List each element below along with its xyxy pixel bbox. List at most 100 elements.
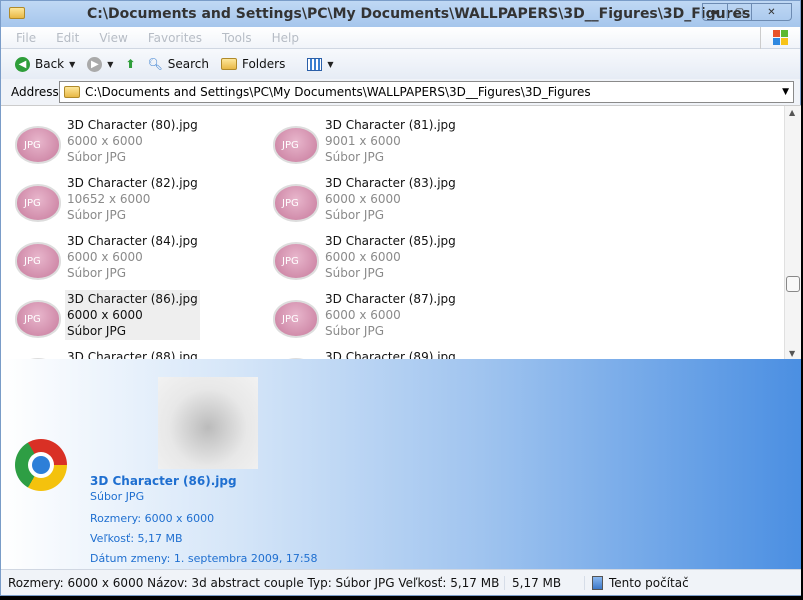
file-type: Súbor JPG	[67, 324, 127, 338]
file-item[interactable]: JPG 3D Character (88).jpg	[3, 348, 253, 359]
search-icon: 🔍︎	[147, 57, 163, 71]
chevron-down-icon: ▼	[327, 59, 334, 69]
address-dropdown-icon[interactable]: ▼	[782, 87, 789, 97]
file-dimensions: 6000 x 6000	[67, 134, 143, 148]
folders-label: Folders	[241, 57, 286, 71]
file-name: 3D Character (89).jpg	[325, 350, 456, 359]
chevron-down-icon[interactable]: ▼	[107, 60, 113, 69]
file-item[interactable]: JPG 3D Character (89).jpg	[261, 348, 511, 359]
menu-view[interactable]: View	[99, 31, 127, 45]
folders-button[interactable]: Folders	[220, 57, 286, 71]
file-item[interactable]: JPG 3D Character (83).jpg 6000 x 6000 Sú…	[261, 174, 511, 228]
address-label: Address	[11, 85, 59, 99]
windows-logo-icon	[760, 27, 800, 49]
file-dimensions: 9001 x 6000	[325, 134, 401, 148]
vertical-scrollbar[interactable]: ▲ ▼	[784, 106, 801, 359]
back-label: Back	[35, 57, 65, 71]
file-type: Súbor JPG	[325, 150, 385, 164]
back-arrow-icon: ◀	[15, 56, 30, 72]
up-folder-button[interactable]: ⬆	[125, 57, 135, 71]
address-value: C:\Documents and Settings\PC\My Document…	[85, 85, 591, 99]
file-dimensions: 6000 x 6000	[325, 308, 401, 322]
file-name: 3D Character (87).jpg	[325, 292, 456, 306]
details-pane: 3D Character (86).jpg Súbor JPG Rozmery:…	[1, 359, 801, 569]
menu-tools[interactable]: Tools	[222, 31, 252, 45]
file-item[interactable]: JPG 3D Character (87).jpg 6000 x 6000 Sú…	[261, 290, 511, 344]
back-button[interactable]: ◀ Back ▼	[15, 56, 75, 72]
file-name: 3D Character (81).jpg	[325, 118, 456, 132]
forward-button[interactable]: ▶ ▼	[87, 56, 113, 72]
toolbar: ◀ Back ▼ ▶ ▼ ⬆ 🔍︎ Search Folders ▼	[1, 49, 800, 79]
scrollbar-thumb[interactable]	[786, 276, 800, 292]
image-thumbnail	[158, 377, 258, 469]
jpg-file-icon: JPG	[273, 300, 319, 338]
jpg-file-icon: JPG	[15, 242, 61, 280]
address-input[interactable]: C:\Documents and Settings\PC\My Document…	[59, 81, 794, 103]
address-bar: Address C:\Documents and Settings\PC\My …	[1, 79, 800, 105]
file-type: Súbor JPG	[325, 324, 385, 338]
file-name: 3D Character (80).jpg	[67, 118, 198, 132]
preview-size: Veľkosť: 5,17 MB	[90, 532, 183, 545]
chevron-down-icon[interactable]: ▼	[69, 60, 75, 69]
file-type: Súbor JPG	[325, 208, 385, 222]
preview-dimensions: Rozmery: 6000 x 6000	[90, 512, 215, 525]
file-item[interactable]: JPG 3D Character (86).jpg 6000 x 6000 Sú…	[3, 290, 253, 344]
computer-icon	[592, 575, 603, 590]
search-button[interactable]: 🔍︎ Search	[148, 57, 209, 71]
file-name: 3D Character (86).jpg	[67, 292, 198, 306]
file-name: 3D Character (85).jpg	[325, 234, 456, 248]
preview-modified: Dátum zmeny: 1. septembra 2009, 17:58	[90, 552, 318, 565]
status-bar: Rozmery: 6000 x 6000 Názov: 3d abstract …	[1, 569, 801, 595]
jpg-file-icon: JPG	[273, 184, 319, 222]
file-dimensions: 6000 x 6000	[325, 250, 401, 264]
file-dimensions: 6000 x 6000	[67, 308, 143, 322]
up-folder-icon: ⬆	[125, 57, 136, 71]
file-name: 3D Character (83).jpg	[325, 176, 456, 190]
search-label: Search	[167, 57, 209, 71]
maximize-button[interactable]: ▢	[727, 4, 751, 20]
menu-favorites[interactable]: Favorites	[148, 31, 202, 45]
title-bar: C:\Documents and Settings\PC\My Document…	[1, 1, 800, 27]
status-details: Rozmery: 6000 x 6000 Názov: 3d abstract …	[8, 575, 500, 590]
file-item[interactable]: JPG 3D Character (82).jpg 10652 x 6000 S…	[3, 174, 253, 228]
jpg-file-icon: JPG	[273, 242, 319, 280]
file-item[interactable]: JPG 3D Character (84).jpg 6000 x 6000 Sú…	[3, 232, 253, 286]
file-item[interactable]: JPG 3D Character (85).jpg 6000 x 6000 Sú…	[261, 232, 511, 286]
close-button[interactable]: ✕	[751, 4, 791, 20]
window-title: C:\Documents and Settings\PC\My Document…	[87, 6, 751, 22]
menu-help[interactable]: Help	[272, 31, 299, 45]
views-grid-icon	[307, 57, 323, 71]
views-button[interactable]: ▼	[307, 57, 334, 71]
status-size: 5,17 MB	[504, 575, 584, 590]
chrome-icon	[15, 439, 67, 491]
menu-edit[interactable]: Edit	[56, 31, 79, 45]
explorer-window: C:\Documents and Settings\PC\My Document…	[0, 0, 801, 596]
file-name: 3D Character (88).jpg	[67, 350, 198, 359]
menu-file[interactable]: File	[16, 31, 36, 45]
scroll-down-icon[interactable]: ▼	[789, 349, 795, 358]
jpg-file-icon: JPG	[15, 300, 61, 338]
minimize-button[interactable]: ▬	[703, 4, 727, 20]
folder-icon	[64, 86, 80, 98]
file-dimensions: 10652 x 6000	[67, 192, 151, 206]
file-name: 3D Character (82).jpg	[67, 176, 198, 190]
jpg-file-icon: JPG	[273, 126, 319, 164]
file-dimensions: 6000 x 6000	[325, 192, 401, 206]
menu-bar: File Edit View Favorites Tools Help	[1, 27, 800, 49]
file-item[interactable]: JPG 3D Character (80).jpg 6000 x 6000 Sú…	[3, 116, 253, 170]
status-location: Tento počítač	[609, 575, 689, 590]
file-type: Súbor JPG	[67, 208, 127, 222]
forward-arrow-icon: ▶	[87, 56, 103, 72]
jpg-file-icon: JPG	[15, 126, 61, 164]
file-dimensions: 6000 x 6000	[67, 250, 143, 264]
preview-type: Súbor JPG	[90, 490, 145, 503]
file-type: Súbor JPG	[67, 266, 127, 280]
jpg-file-icon: JPG	[15, 184, 61, 222]
scroll-up-icon[interactable]: ▲	[789, 108, 795, 117]
file-type: Súbor JPG	[325, 266, 385, 280]
folder-icon	[9, 7, 25, 19]
file-type: Súbor JPG	[67, 150, 127, 164]
folder-icon	[220, 58, 237, 70]
file-item[interactable]: JPG 3D Character (81).jpg 9001 x 6000 Sú…	[261, 116, 511, 170]
file-name: 3D Character (84).jpg	[67, 234, 198, 248]
